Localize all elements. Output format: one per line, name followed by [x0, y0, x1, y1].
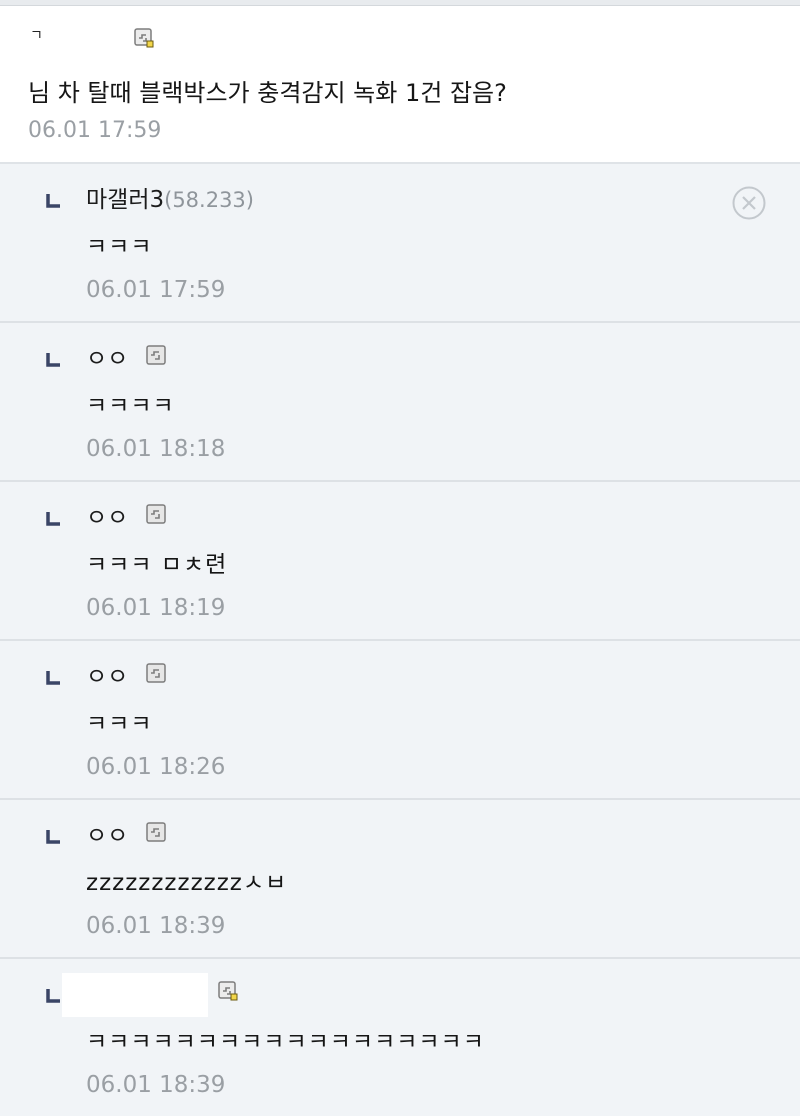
gallog-icon[interactable] [146, 345, 166, 365]
reply-text: ㅋㅋㅋ [86, 711, 153, 737]
reply-arrow-icon [46, 671, 60, 685]
reply-text: ㅋㅋㅋㅋ [86, 393, 175, 419]
reply-item: ㅇㅇ ㅋㅋㅋㅋ 06.01 18:18 [0, 323, 800, 482]
reply-arrow-icon [46, 194, 60, 208]
reply-text: ㅋㅋㅋ ㅁㅊ련 [86, 552, 228, 578]
reply-text: zzzzzzzzzzzzㅅㅂ [86, 870, 288, 896]
reply-item: ㅇㅇ ㅋㅋㅋ 06.01 18:26 [0, 641, 800, 800]
redaction-mask [62, 973, 208, 1017]
reply-arrow-icon [46, 353, 60, 367]
reply-date: 06.01 18:39 [86, 913, 226, 939]
reply-author-ip: (58.233) [164, 188, 254, 212]
reply-arrow-icon [46, 830, 60, 844]
reply-author-nickname[interactable]: 마갤러3(58.233) [86, 186, 254, 214]
reply-item: 마갤러3(58.233) ㅋㅋㅋ 06.01 17:59 [0, 164, 800, 323]
reply-author-nickname[interactable]: ㅇㅇ [86, 504, 128, 532]
gallog-icon[interactable] [218, 981, 238, 1001]
gallog-icon[interactable] [146, 663, 166, 683]
reply-text: ㅋㅋㅋㅋㅋㅋㅋㅋㅋㅋㅋㅋㅋㅋㅋㅋㅋㅋ [86, 1029, 485, 1055]
reply-item: ㅇㅇ zzzzzzzzzzzzㅅㅂ 06.01 18:39 [0, 800, 800, 959]
reply-item: 소 ㅋㅋㅋㅋㅋㅋㅋㅋㅋㅋㅋㅋㅋㅋㅋㅋㅋㅋ 06.01 18:39 [0, 959, 800, 1116]
delete-reply-button[interactable] [732, 186, 766, 220]
reply-item: ㅇㅇ ㅋㅋㅋ ㅁㅊ련 06.01 18:19 [0, 482, 800, 641]
main-comment: ㄱ 님 차 탈때 블랙박스가 충격감지 녹화 1건 잡음? 06.01 17:5… [0, 6, 800, 164]
gallog-icon[interactable] [146, 822, 166, 842]
reply-date: 06.01 17:59 [86, 277, 226, 303]
reply-date: 06.01 18:39 [86, 1072, 226, 1098]
reply-text: ㅋㅋㅋ [86, 234, 153, 260]
reply-date: 06.01 18:19 [86, 595, 226, 621]
comment-text: 님 차 탈때 블랙박스가 충격감지 녹화 1건 잡음? [28, 79, 507, 107]
reply-author-nickname[interactable]: ㅇㅇ [86, 822, 128, 850]
reply-author-nickname[interactable]: ㅇㅇ [86, 345, 128, 373]
reply-date: 06.01 18:18 [86, 436, 226, 462]
gallog-icon[interactable] [146, 504, 166, 524]
reply-author-nickname[interactable]: ㅇㅇ [86, 663, 128, 691]
reply-date: 06.01 18:26 [86, 754, 226, 780]
reply-arrow-icon [46, 989, 60, 1003]
comment-date: 06.01 17:59 [28, 118, 162, 143]
comment-author-nickname[interactable]: ㄱ [30, 28, 43, 44]
reply-arrow-icon [46, 512, 60, 526]
gallog-icon[interactable] [134, 28, 154, 48]
